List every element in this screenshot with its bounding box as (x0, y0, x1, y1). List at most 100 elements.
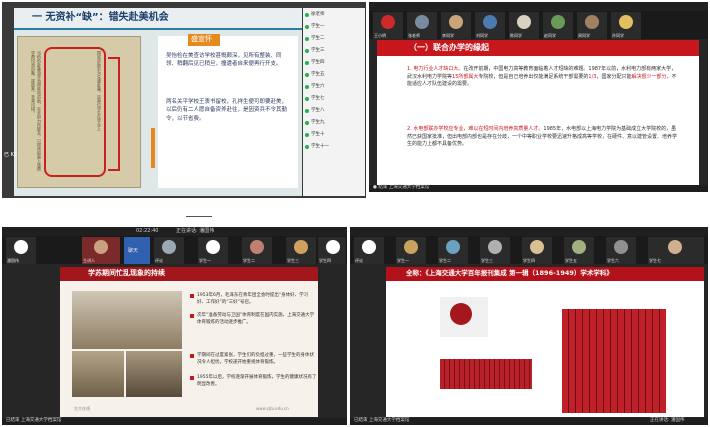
video-tile-8[interactable]: 学生四 (318, 237, 346, 264)
status-bar: 02:22:40 正在讲话: 潘国伟 (2, 227, 347, 236)
avatar (162, 240, 176, 254)
speaker-text: 正在讲话: 潘国伟 (176, 228, 215, 234)
video-tile-2[interactable]: 学生一 (396, 237, 426, 264)
avatar (294, 240, 308, 254)
video-tile-7[interactable]: 周同学 (577, 12, 607, 39)
slide-title-bar: 全称：《上海交通大学百年报刊集成 第一辑（1896-1949）学术学科》 (386, 267, 704, 281)
video-tile-7[interactable]: 学生六 (606, 237, 636, 264)
photo-3 (126, 351, 182, 397)
mic-icon (305, 85, 309, 89)
avatar (483, 15, 497, 29)
video-tile-1[interactable]: 潘国伟 (6, 237, 36, 264)
mic-icon (305, 37, 309, 41)
flower-photo (440, 297, 488, 337)
video-tile-3[interactable]: 学生二 (438, 237, 468, 264)
video-tile-4[interactable]: 评论 (154, 237, 184, 264)
video-tile-2[interactable]: 张老师 (407, 12, 437, 39)
avatar (14, 240, 28, 254)
roster-item-6[interactable]: 学生五 (305, 72, 363, 79)
red-annotation-bracket (108, 57, 120, 171)
mic-icon (305, 109, 309, 113)
roster-item-7[interactable]: 学生六 (305, 84, 363, 91)
bottom-bar: 已结束 上海交通大学档案馆 正在讲话: 潘国伟 (350, 418, 708, 425)
video-strip: 评论 学生一 学生二 学生三 学生四 学生五 学生六 学生七 (350, 236, 708, 264)
video-tile-5[interactable]: 陈同学 (509, 12, 539, 39)
panel-meeting-4: 评论 学生一 学生二 学生三 学生四 学生五 学生六 学生七 全称：《上海交通大… (350, 227, 708, 425)
photo-1 (72, 291, 182, 349)
avatar (206, 240, 220, 254)
avatar (381, 15, 395, 29)
status-bar (350, 227, 708, 236)
footer-text: ● 结束 上海交通大学档案馆 (373, 185, 430, 190)
mic-icon (305, 25, 309, 29)
video-tile-3[interactable]: 聊天 (124, 237, 150, 264)
panel-meeting-3: 02:22:40 正在讲话: 潘国伟 潘国伟 主讲人 聊天 评论 学生一 学生二… (2, 227, 347, 425)
book-shelf-left (440, 359, 532, 389)
avatar (530, 240, 544, 254)
mic-icon (305, 121, 309, 125)
video-tile-8[interactable]: 孙同学 (611, 12, 641, 39)
roster-item-2[interactable]: 学生一 (305, 24, 363, 31)
roster-item-11[interactable]: 学生十 (305, 132, 363, 139)
slide-orange-line (151, 128, 155, 168)
slide-footer-left: 交大在线 (74, 406, 90, 411)
avatar (517, 15, 531, 29)
avatar (449, 15, 463, 29)
bullet-4: 1955年以后，学校逐渐开展体育锻炼，学生的健康状况有了明显改善。 (190, 375, 317, 389)
bullet-2: 次年“准备劳动与卫国”体育制度在国内实施，上海交通大学体育锻炼的活动逐步推广。 (190, 313, 317, 327)
slide-footer-right: www.sjtu.edu.cn (256, 406, 289, 411)
video-tile-4[interactable]: 刘同学 (475, 12, 505, 39)
mic-icon (305, 145, 309, 149)
separator (186, 216, 212, 217)
video-tile-6[interactable]: 学生五 (564, 237, 594, 264)
mic-icon (305, 133, 309, 137)
avatar (326, 240, 340, 254)
stamp-label: 盛宣怀 (188, 34, 220, 46)
video-tile-1[interactable]: 评论 (354, 237, 384, 264)
video-tile-5[interactable]: 学生一 (198, 237, 228, 264)
avatar (614, 240, 628, 254)
roster-item-8[interactable]: 学生七 (305, 96, 363, 103)
video-tile-6[interactable]: 学生二 (242, 237, 272, 264)
roster-item-3[interactable]: 学生二 (305, 36, 363, 43)
bullet-3: 学期间在过度紧张，学生们的负担过重，一些学生的身体状况令人担忧，学校遂开始重视体… (190, 353, 317, 367)
video-tile-4[interactable]: 学生三 (480, 237, 510, 264)
video-tile-7[interactable]: 学生三 (286, 237, 316, 264)
video-strip: 王小明 张老师 李同学 刘同学 陈同学 赵同学 周同学 孙同学 (369, 11, 708, 39)
avatar (94, 240, 108, 254)
roster-item-10[interactable]: 学生九 (305, 120, 363, 127)
flower-shape (450, 303, 472, 325)
avatar (446, 240, 460, 254)
roster-item-4[interactable]: 学生三 (305, 48, 363, 55)
status-text: 已 K5 (4, 152, 18, 158)
slide-title-bar: 一 无资补“缺”：错失赴美机会 (14, 8, 302, 30)
avatar (585, 15, 599, 29)
avatar (668, 240, 682, 254)
roster-item-9[interactable]: 学生八 (305, 108, 363, 115)
video-tile-5[interactable]: 学生四 (522, 237, 552, 264)
status-bar (369, 2, 708, 11)
participant-roster: 徐老师 学生一 学生二 学生三 学生四 学生五 学生六 学生七 学生八 学生九 … (303, 8, 365, 196)
video-tile-8[interactable]: 学生七 (648, 237, 704, 264)
slide-3: 学苏期间忙乱现象的持续 1953年6月，毛泽东在青年团全会时提出“身体好、学习好… (60, 267, 318, 417)
video-tile-1[interactable]: 王小明 (373, 12, 403, 39)
video-tile-2[interactable]: 主讲人 (82, 237, 120, 264)
person-card: 盛宣怀 吴怡检在美查访学校甚慨颇深，见所有整装、同领、稍翻后见已稍旦，撞遭者自来… (158, 34, 298, 188)
video-tile-6[interactable]: 赵同学 (543, 12, 573, 39)
roster-item-1[interactable]: 徐老师 (305, 12, 363, 19)
avatar (404, 240, 418, 254)
stamp-paragraph-1: 吴怡检在美查访学校甚慨颇深，见所有整装、同领、稍翻后见已稍旦，撞遭者自来便再行开… (166, 53, 282, 68)
bottom-bar: 已结束 上海交通大学档案馆 (2, 418, 347, 425)
roster-item-12[interactable]: 学生十一 (305, 144, 363, 151)
stamp-label-text: 盛宣怀 (191, 35, 212, 43)
avatar (619, 15, 633, 29)
bullet-marker (190, 294, 194, 298)
avatar (415, 15, 429, 29)
slide-title-bar: 学苏期间忙乱现象的持续 (60, 267, 318, 281)
slide-title: 学苏期间忙乱现象的持续 (88, 269, 165, 277)
video-tile-3[interactable]: 李同学 (441, 12, 471, 39)
roster-item-5[interactable]: 学生四 (305, 60, 363, 67)
photo-2 (72, 351, 124, 397)
document-text-1: 当恰恰赴美游学须得款项资助，实非财力所能及，只得将船面上旅费学费均须自备，遂放弃… (31, 51, 42, 171)
time-display: 02:22:40 (136, 228, 159, 234)
